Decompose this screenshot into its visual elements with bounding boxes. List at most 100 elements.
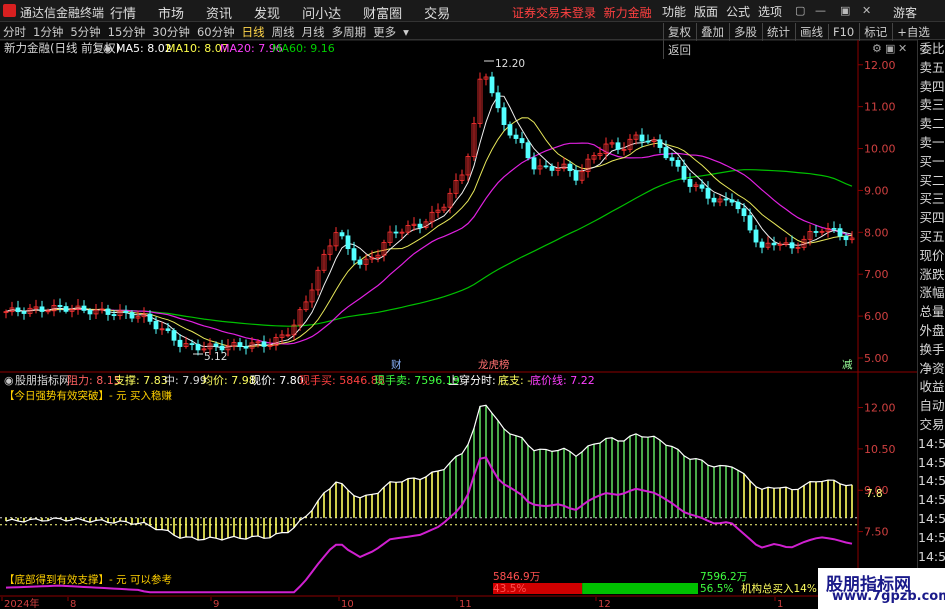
side-panel-item[interactable]: 外盘	[918, 322, 945, 341]
minimize-icon[interactable]: —	[815, 4, 826, 17]
signal-label-bottom: 【底部得到有效支撑】- 元 可以参考	[4, 573, 172, 586]
menu-item-jiaoyi[interactable]: 交易	[424, 3, 450, 22]
menu-item-caifuquan[interactable]: 财富圈	[363, 3, 402, 22]
candle-body	[81, 305, 87, 311]
period-tab-1min[interactable]: 1分钟	[33, 24, 63, 40]
side-panel-item[interactable]: 14:56	[918, 472, 945, 491]
guest-user[interactable]: 游客	[893, 4, 917, 21]
tool-biaoji[interactable]: 标记	[859, 23, 891, 41]
news-tag-jian[interactable]: 减	[842, 359, 853, 371]
maximize-pane-icon[interactable]: ▣	[885, 42, 895, 55]
candle-body	[21, 311, 27, 314]
ma5-label: MA5: 8.02	[116, 42, 172, 55]
side-panel-item[interactable]: 卖三	[918, 96, 945, 115]
candle-body	[147, 313, 153, 322]
side-panel-item[interactable]: 委比	[918, 40, 945, 59]
maximize-icon[interactable]: ▣	[840, 4, 850, 17]
period-tab-daily[interactable]: 日线	[242, 24, 265, 40]
date-tick-label: 12	[598, 599, 611, 609]
period-tab-fenshi[interactable]: 分时	[3, 24, 26, 40]
watermark-logo: 股朋指标网 www.7gpzb.com	[818, 568, 945, 609]
side-panel-item[interactable]: 买四	[918, 209, 945, 228]
side-panel-item[interactable]: 14:56	[918, 491, 945, 510]
side-panel-item[interactable]: 换手	[918, 341, 945, 360]
buy-volume-value: 现手买: 5846.88	[299, 373, 385, 387]
tool-tongji[interactable]: 统计	[762, 23, 794, 41]
sell-pct: 56.5%	[700, 583, 733, 595]
menu-item-hangqing[interactable]: 行情	[110, 3, 136, 22]
menu-item-gongshi[interactable]: 公式	[726, 3, 750, 20]
tool-huaxian[interactable]: 画线	[795, 23, 827, 41]
tool-add-favorite[interactable]: +自选	[892, 23, 934, 41]
side-panel-item[interactable]: 收益	[918, 378, 945, 397]
side-panel-item[interactable]: 卖四	[918, 78, 945, 97]
side-panel-item[interactable]: 14:56	[918, 529, 945, 548]
period-tab-60min[interactable]: 60分钟	[197, 24, 235, 40]
candle-body	[393, 231, 399, 234]
tool-fuquan[interactable]: 复权	[663, 23, 695, 41]
close-icon[interactable]: ✕	[862, 4, 871, 17]
news-tag-lhb[interactable]: 龙虎榜	[478, 358, 510, 371]
price-tick-label: 6.00	[864, 310, 889, 323]
indicator-chart[interactable]: 12.0010.509.007.506.00 ◉ 股朋指标网 阻力: 8.15 …	[0, 373, 945, 597]
side-panel-item[interactable]: 14:56	[918, 510, 945, 529]
menu-item-shichang[interactable]: 市场	[158, 3, 184, 22]
tool-f10[interactable]: F10	[828, 24, 858, 40]
menu-item-banmian[interactable]: 版面	[694, 3, 718, 20]
price-tick-label: 7.00	[864, 268, 889, 281]
indicator-header: ◉ 股朋指标网 阻力: 8.15 支撑: 7.83 中: 7.99 均价: 7.…	[4, 373, 595, 387]
candlestick-chart[interactable]: 12.0011.0010.009.008.007.006.005.00 新力金融…	[0, 40, 945, 373]
side-panel-item[interactable]: 涨幅	[918, 284, 945, 303]
side-panel-item[interactable]: 卖二	[918, 115, 945, 134]
sell-ratio-fill	[582, 583, 698, 594]
main-menu: 行情 市场 资讯 发现 问小达 财富圈 交易	[110, 3, 472, 22]
candle-body	[219, 345, 225, 351]
side-panel-item[interactable]: 买二	[918, 172, 945, 191]
side-panel-item[interactable]: 卖一	[918, 134, 945, 153]
tool-duogu[interactable]: 多股	[729, 23, 761, 41]
date-tick-label: 1	[777, 599, 783, 609]
menu-item-wenxiaoda[interactable]: 问小达	[302, 3, 341, 22]
news-tag-cai[interactable]: 财	[391, 358, 402, 371]
side-panel-item[interactable]: 买一	[918, 153, 945, 172]
side-panel-item[interactable]: 买五	[918, 228, 945, 247]
tool-diejia[interactable]: 叠加	[696, 23, 728, 41]
candle-body	[759, 241, 765, 248]
period-tab-weekly[interactable]: 周线	[272, 24, 295, 40]
side-panel-item[interactable]: 交易	[918, 416, 945, 435]
side-panel-item[interactable]: 14:56	[918, 435, 945, 454]
candle-body	[525, 142, 531, 159]
menu-item-gongneng[interactable]: 功能	[662, 3, 686, 20]
period-tab-30min[interactable]: 30分钟	[152, 24, 190, 40]
side-panel-item[interactable]: 自动	[918, 397, 945, 416]
shirt-icon[interactable]: ▢	[795, 4, 805, 17]
inst-buy-text: 机构总买入14%	[741, 582, 817, 595]
menu-item-xuanxiang[interactable]: 选项	[758, 3, 782, 20]
period-tab-15min[interactable]: 15分钟	[108, 24, 146, 40]
side-panel-item[interactable]: 14:56	[918, 548, 945, 567]
period-tab-5min[interactable]: 5分钟	[70, 24, 100, 40]
gear-icon[interactable]: ⚙	[872, 42, 882, 55]
svg-text:12.20: 12.20	[495, 58, 525, 70]
side-panel-item[interactable]: 涨跌	[918, 266, 945, 285]
eye-icon[interactable]: ◉	[4, 374, 14, 387]
side-panel-item[interactable]: 现价	[918, 247, 945, 266]
menu-item-zixun[interactable]: 资讯	[206, 3, 232, 22]
period-tab-monthly[interactable]: 月线	[302, 24, 325, 40]
side-panel-item[interactable]: 卖五	[918, 59, 945, 78]
menu-item-faxian[interactable]: 发现	[254, 3, 280, 22]
side-panel-item[interactable]: 14:56	[918, 454, 945, 473]
side-panel-item[interactable]: 净资	[918, 360, 945, 379]
eye-icon[interactable]: ◉	[103, 42, 113, 55]
close-pane-icon[interactable]: ✕	[898, 42, 907, 55]
candle-body	[87, 309, 93, 315]
period-tab-more[interactable]: 更多 ▾	[373, 24, 409, 40]
price-tick-label: 12.00	[864, 59, 896, 72]
candle-body	[789, 242, 795, 249]
side-panel-item[interactable]: 买三	[918, 190, 945, 209]
period-tab-multi[interactable]: 多周期	[332, 24, 367, 40]
sell-amount: 7596.2万	[700, 571, 747, 583]
side-panel-item[interactable]: 总量	[918, 303, 945, 322]
broker-login-notice[interactable]: 证券交易未登录 新力金融	[512, 4, 652, 21]
candle-body	[699, 184, 705, 189]
